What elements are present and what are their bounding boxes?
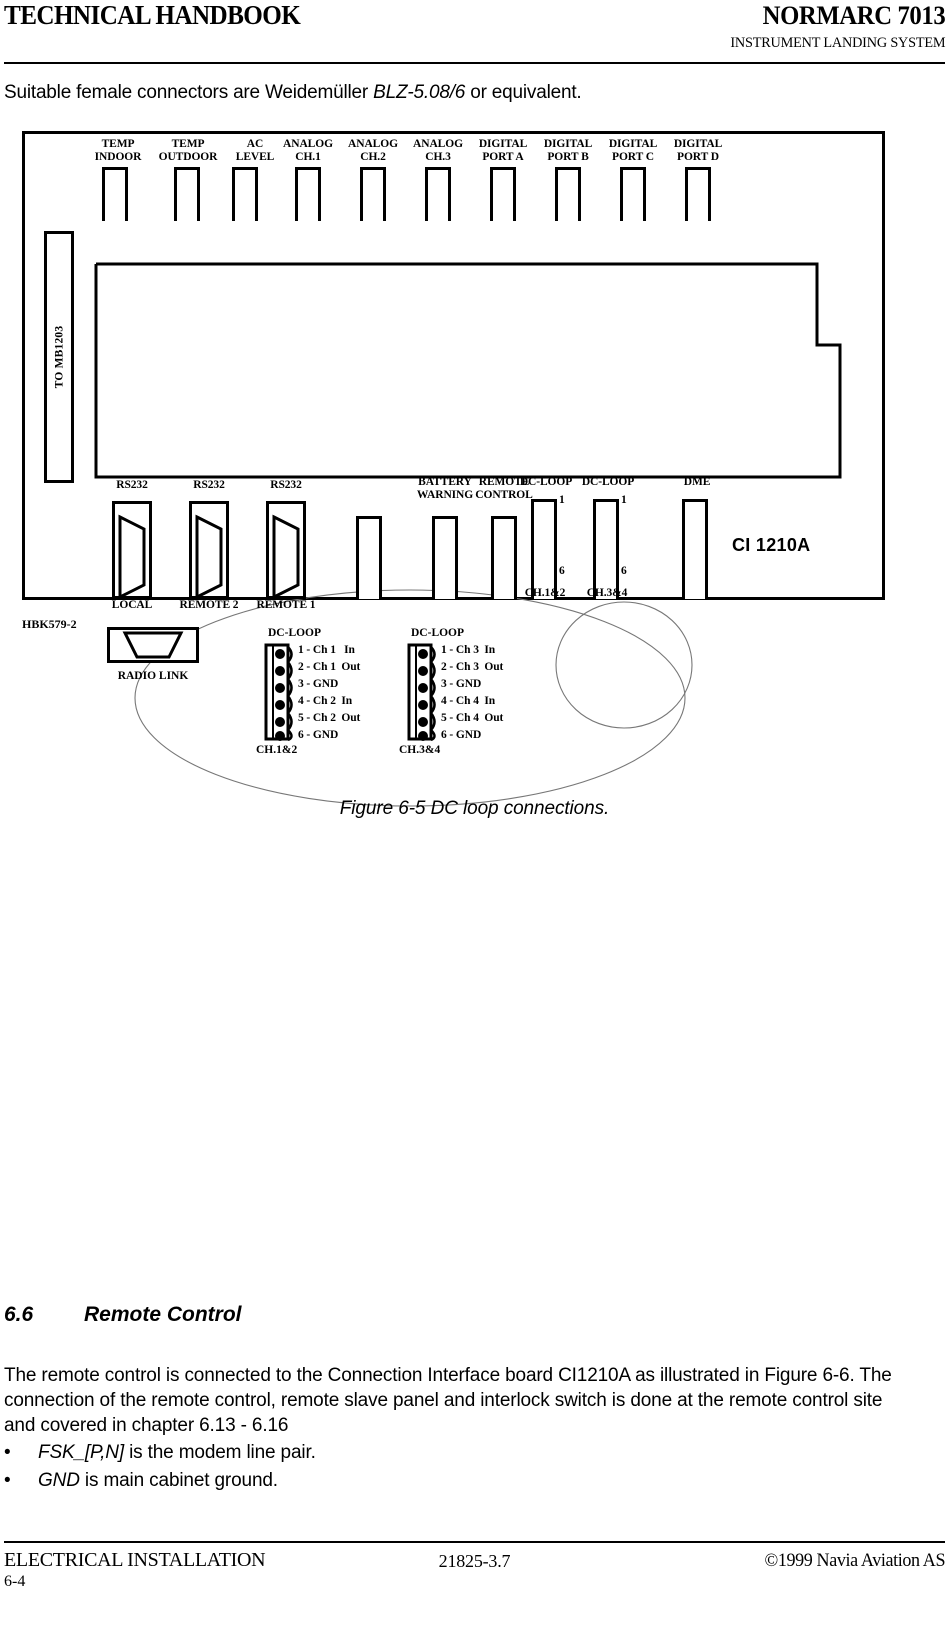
top-connector-7-label: DIGITAL PORT B: [543, 138, 593, 163]
top-connector-8-stub: [620, 167, 646, 221]
detail-left-pin-5: 5 - Ch 2 Out: [298, 712, 361, 724]
intro-text-before: Suitable female connectors are Weidemüll…: [4, 82, 374, 103]
detail-right-pin-6: 6 - GND: [441, 729, 482, 741]
bullet-text-0: is the modem line pair.: [123, 1442, 316, 1463]
top-connector-9-stub: [685, 167, 711, 221]
detail-left-pin-4: 4 - Ch 2 In: [298, 695, 353, 707]
detail-right-pin-2: 2 - Ch 3 Out: [441, 661, 504, 673]
intro-part-number: BLZ-5.08/6: [373, 82, 466, 103]
top-connector-1-stub: [174, 167, 200, 221]
top-connector-5-label: ANALOG CH.3: [413, 138, 463, 163]
top-connector-8-label: DIGITAL PORT C: [608, 138, 658, 163]
bottom-connector-2-dsub-icon: [272, 514, 300, 599]
bottom-connector-7-pin-last: 6: [621, 565, 627, 577]
bottom-connector-3-stub: [356, 516, 382, 599]
section-title: Remote Control: [84, 1303, 242, 1326]
detail-left-title: DC-LOOP: [268, 627, 322, 639]
detail-left-pin-3: 3 - GND: [298, 678, 339, 690]
top-connector-6-label: DIGITAL PORT A: [478, 138, 528, 163]
header-rule: [4, 62, 945, 64]
bottom-connector-6-pin-last: 6: [559, 565, 565, 577]
top-connector-4-label: ANALOG CH.2: [348, 138, 398, 163]
top-connector-1-label: TEMP OUTDOOR: [158, 138, 218, 163]
bullet-item-0: • FSK_[P,N] is the modem line pair.: [4, 1439, 904, 1467]
bottom-connector-6-stub: [531, 499, 557, 599]
bullet-item-1: • GND is main cabinet ground.: [4, 1467, 904, 1495]
footer-copyright: ©1999 Navia Aviation AS: [764, 1550, 945, 1571]
detail-left-pin-2: 2 - Ch 1 Out: [298, 661, 361, 673]
header-title-left: TECHNICAL HANDBOOK: [4, 0, 301, 30]
detail-right-pin-4: 4 - Ch 4 In: [441, 695, 496, 707]
bottom-connector-1-label: RS232: [193, 479, 225, 491]
top-connector-0-stub: [102, 167, 128, 221]
bottom-connector-0-dsub-icon: [118, 514, 146, 599]
bottom-connector-0-sublabel: LOCAL: [111, 599, 153, 611]
top-connector-6-stub: [490, 167, 516, 221]
detail-right-pin-1: 1 - Ch 3 In: [441, 644, 496, 656]
connector-to-mb1203-label-wrap: TO MB1203: [44, 231, 74, 483]
bottom-connector-6-pin-first: 1: [559, 494, 565, 506]
footer-rule: [4, 1541, 945, 1543]
board-title: CI 1210A: [732, 535, 811, 555]
bottom-connector-1-sublabel: REMOTE 2: [179, 599, 239, 611]
bullet-text-1: is main cabinet ground.: [79, 1470, 278, 1491]
bottom-connector-2-label: RS232: [270, 479, 302, 491]
radio-link-dsub-icon: [122, 631, 184, 659]
section-bullets: • FSK_[P,N] is the modem line pair. • GND …: [4, 1439, 904, 1495]
bullet-emphasis-0: FSK_[P,N]: [38, 1442, 124, 1463]
detail-left-pin-6: 6 - GND: [298, 729, 339, 741]
bottom-connector-4-stub: [432, 516, 458, 599]
page-header: TECHNICAL HANDBOOK NORMARC 7013 INSTRUME…: [0, 0, 949, 58]
figure-dc-loop-connections: TO MB1203 TEMP INDOOR TEMP OUTDOOR AC LE…: [22, 131, 887, 807]
figure-caption: Figure 6-5 DC loop connections.: [339, 798, 610, 819]
top-connector-4-stub: [360, 167, 386, 221]
radio-link-label: RADIO LINK: [117, 670, 189, 682]
bullet-marker-1: •: [4, 1470, 11, 1491]
bullet-emphasis-1: GND: [38, 1470, 80, 1491]
section-paragraph: The remote control is connected to the C…: [4, 1365, 892, 1436]
bullet-marker-0: •: [4, 1442, 11, 1463]
top-connector-9-label: DIGITAL PORT D: [673, 138, 723, 163]
connector-to-mb1203-label: TO MB1203: [53, 325, 66, 389]
footer-page-number: 6-4: [4, 1573, 26, 1590]
detail-right-title: DC-LOOP: [411, 627, 465, 639]
top-connector-7-stub: [555, 167, 581, 221]
detail-right-pin-3: 3 - GND: [441, 678, 482, 690]
intro-sentence: Suitable female connectors are Weidemüll…: [4, 82, 582, 104]
header-title-right: NORMARC 7013: [762, 1, 945, 30]
detail-left-footer: CH.1&2: [256, 744, 298, 756]
detail-right-pin-5: 5 - Ch 4 Out: [441, 712, 504, 724]
header-subtitle: INSTRUMENT LANDING SYSTEM: [729, 35, 945, 51]
bottom-connector-1-dsub-icon: [195, 514, 223, 599]
bottom-connector-7-pin-first: 1: [621, 494, 627, 506]
bottom-connector-7-sublabel: CH.3&4: [586, 587, 628, 599]
top-connector-3-label: ANALOG CH.1: [283, 138, 333, 163]
intro-text-after: or equivalent.: [465, 82, 582, 103]
bottom-connector-8-stub: [682, 499, 708, 599]
top-connector-2-stub: [232, 167, 258, 221]
bottom-connector-7-stub: [593, 499, 619, 599]
bottom-connector-7-label: DC-LOOP: [581, 476, 635, 488]
detail-left-terminal-block-icon: [264, 643, 293, 741]
top-connector-5-stub: [425, 167, 451, 221]
bottom-connector-2-sublabel: REMOTE 1: [256, 599, 316, 611]
top-connector-0-label: TEMP INDOOR: [94, 138, 142, 163]
bottom-connector-6-sublabel: CH.1&2: [524, 587, 566, 599]
detail-right-footer: CH.3&4: [399, 744, 441, 756]
section-number: 6.6: [4, 1303, 34, 1326]
hbk-label: HBK579-2: [22, 617, 77, 631]
top-connector-3-stub: [295, 167, 321, 221]
detail-right-terminal-block-icon: [407, 643, 436, 741]
bottom-connector-0-label: RS232: [116, 479, 148, 491]
detail-left-pin-1: 1 - Ch 1 In: [298, 644, 355, 656]
bottom-connector-8-label: DME: [683, 476, 711, 488]
